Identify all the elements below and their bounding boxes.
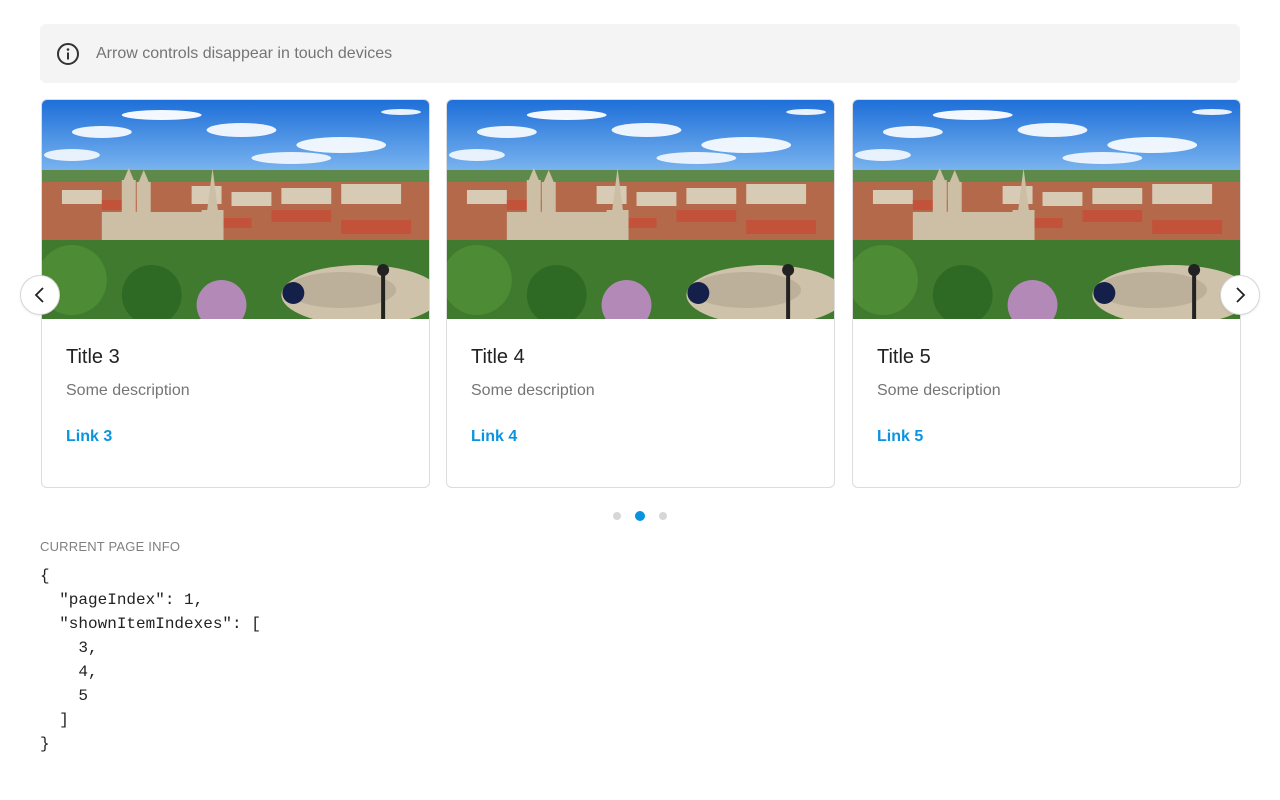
chevron-right-icon [1236,287,1246,303]
card-title: Title 5 [877,346,931,368]
page-dot[interactable] [613,512,621,520]
card: Title 4 Some description Link 4 [446,99,835,488]
previous-button[interactable] [20,275,60,315]
card-image [447,100,834,319]
page-dot-active[interactable] [635,511,645,521]
pagination-dots [0,510,1280,521]
card-description: Some description [471,382,595,399]
card-image [42,100,429,319]
page-dot[interactable] [659,512,667,520]
info-icon [56,42,80,66]
card: Title 5 Some description Link 5 [852,99,1241,488]
card-link[interactable]: Link 3 [66,428,112,446]
card-link[interactable]: Link 5 [877,428,923,446]
page-info-code: { "pageIndex": 1, "shownItemIndexes": [ … [40,567,261,753]
info-banner: Arrow controls disappear in touch device… [40,24,1240,83]
info-text: Arrow controls disappear in touch device… [96,44,393,62]
card-title: Title 3 [66,346,120,368]
card-link[interactable]: Link 4 [471,428,517,446]
chevron-left-icon [34,287,44,303]
card: Title 3 Some description Link 3 [41,99,430,488]
current-page-info-label: CURRENT PAGE INFO [40,539,181,554]
card-description: Some description [877,382,1001,399]
card-description: Some description [66,382,190,399]
card-image [853,100,1240,319]
carousel: Title 3 Some description Link 3 Title 4 … [40,99,1241,489]
card-title: Title 4 [471,346,525,368]
next-button[interactable] [1220,275,1260,315]
